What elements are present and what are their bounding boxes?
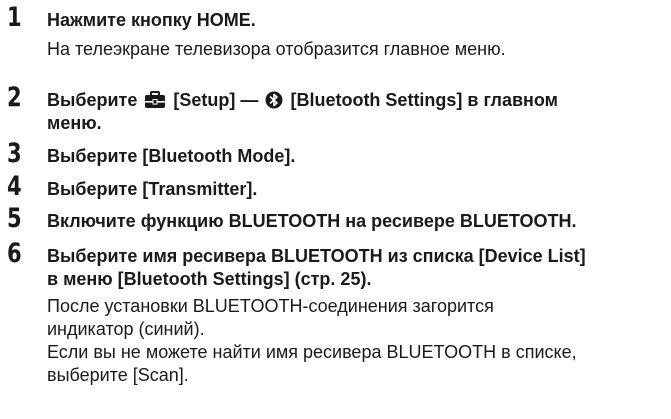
step-description-line: индикатор (синий). [47,319,205,339]
step-description-line: Если вы не можете найти имя ресивера BLU… [47,342,577,362]
step-number: 6 [7,238,22,269]
step-instruction: Выберите [Transmitter]. [47,179,258,199]
step-instruction-text: Выберите [47,90,138,110]
instruction-steps: 1 Нажмите кнопку HOME. На телеэкране тел… [0,0,671,419]
step-instruction-continued: меню. [47,113,102,133]
step-instruction: Включите функцию BLUETOOTH на ресивере B… [47,211,577,231]
step-description-line: После установки BLUETOOTH-соединения заг… [47,296,494,316]
step-number: 3 [7,138,22,169]
step-number: 1 [7,2,22,33]
step-instruction: Выберите имя ресивера BLUETOOTH из списк… [47,246,586,266]
step-instruction-continued: в меню [Bluetooth Settings] (стр. 25). [47,269,372,289]
step-instruction-text: [Bluetooth Settings] в главном [290,90,559,110]
step-instruction: Нажмите кнопку HOME. [47,10,256,30]
step-number: 2 [7,82,22,113]
step-number: 4 [7,171,22,202]
step-instruction-text: [Setup] — [173,90,259,110]
step-description-line: выберите [Scan]. [47,365,189,385]
step-description: На телеэкране телевизора отобразится гла… [47,39,506,59]
step-number: 5 [7,203,22,234]
step-instruction: Выберите [Bluetooth Mode]. [47,146,296,166]
